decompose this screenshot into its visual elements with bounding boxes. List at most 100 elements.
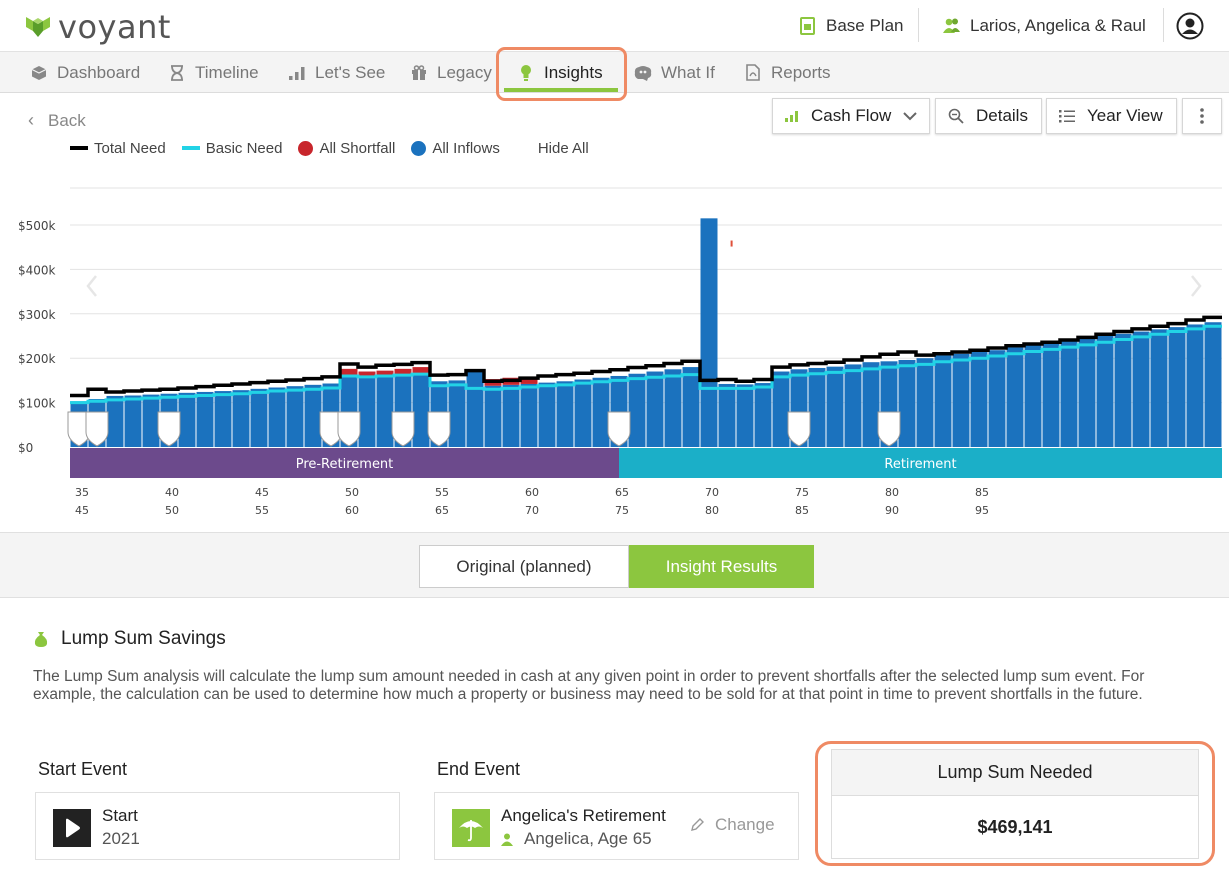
inflow-bar: [1078, 338, 1096, 447]
header-divider: [1163, 8, 1164, 42]
end-event-label: End Event: [437, 759, 521, 779]
inflow-bar: [916, 358, 934, 447]
y-tick-label: $400k: [18, 263, 56, 277]
start-event-label: Start Event: [38, 759, 128, 779]
x-tick-label: 45: [255, 486, 269, 499]
x-tick-label: 40: [165, 486, 179, 499]
inflow-bar: [1186, 324, 1204, 447]
inflow-bar: [1060, 340, 1078, 447]
inflow-bar: [1132, 331, 1150, 447]
legend-swatch: [70, 146, 88, 150]
voyant-logo[interactable]: voyant: [24, 8, 171, 46]
play-icon: [53, 809, 91, 847]
cash-flow-chart: $0 $100k $200k $300k $400k $500k Pre-Retiremen…: [0, 160, 1229, 532]
inflow-bar: [142, 394, 160, 447]
phase-label: Pre-Retirement: [296, 457, 394, 472]
inflow-bar: [592, 377, 610, 447]
inflow-bar: [1006, 347, 1024, 447]
inflow-bar: [376, 375, 394, 447]
x-tick-label: 60: [345, 504, 359, 517]
inflow-bar: [412, 373, 430, 447]
x-tick-label: 85: [795, 504, 809, 517]
inflow-bar: [232, 390, 250, 447]
inflow-bar: [754, 383, 772, 447]
inflow-bar: [520, 383, 538, 447]
back-link[interactable]: ‹ Back: [28, 110, 86, 131]
tab-reports[interactable]: Reports: [744, 52, 831, 93]
end-event-card[interactable]: Angelica's Retirement Angelica, Age 65 C…: [434, 792, 799, 860]
base-plan-link[interactable]: Base Plan: [800, 0, 904, 52]
base-plan-label: Base Plan: [826, 16, 904, 35]
client-selector[interactable]: Larios, Angelica & Raul: [943, 0, 1146, 52]
event-marker-icon: [787, 411, 811, 447]
hide-all-label: Hide All: [537, 139, 589, 157]
plan-document-icon: [800, 17, 815, 35]
tab-timeline[interactable]: Timeline: [168, 52, 259, 93]
event-marker-icon: [427, 411, 451, 447]
more-options-button[interactable]: [1182, 98, 1222, 134]
inflow-bar: [250, 388, 268, 447]
x-tick-label: 90: [885, 504, 899, 517]
inflow-bar: [214, 391, 232, 447]
chevron-down-icon: [903, 111, 917, 120]
tab-legacy[interactable]: Legacy: [410, 52, 492, 93]
insight-title-text: Lump Sum Savings: [61, 628, 226, 649]
list-icon: [1059, 109, 1075, 122]
user-account-button[interactable]: [1176, 0, 1204, 52]
hide-all-link[interactable]: Hide All: [538, 140, 589, 157]
zoom-icon: [948, 108, 964, 124]
change-event-link[interactable]: Change: [690, 815, 775, 835]
shortfall-bar: [340, 368, 358, 376]
end-event-person-text: Angelica, Age 65: [524, 829, 652, 848]
tab-dashboard[interactable]: Dashboard: [30, 52, 140, 93]
y-tick-label: $500k: [18, 219, 56, 233]
start-event-card[interactable]: Start 2021: [35, 792, 400, 860]
tab-label: Timeline: [195, 62, 259, 82]
legend-label: Total Need: [94, 139, 166, 157]
end-event-name: Angelica's Retirement: [501, 806, 666, 825]
inflow-bar: [664, 369, 682, 447]
original-planned-button[interactable]: Original (planned): [419, 545, 629, 588]
legend-label: All Inflows: [432, 139, 500, 157]
legend-inflows[interactable]: All Inflows: [411, 140, 500, 157]
x-tick-label: 55: [435, 486, 449, 499]
tab-what-if[interactable]: What If: [634, 52, 715, 93]
inflow-bar: [898, 359, 916, 447]
inflow-bar: [700, 218, 718, 447]
legend-shortfall[interactable]: All Shortfall: [298, 140, 395, 157]
inflow-bar: [268, 387, 286, 447]
inflow-bar: [682, 367, 700, 447]
bar-chart-icon: [288, 64, 306, 82]
y-tick-label: $100k: [18, 397, 56, 411]
y-tick-label: $0: [18, 441, 33, 455]
legend-total-need[interactable]: Total Need: [70, 140, 166, 157]
cash-flow-dropdown[interactable]: Cash Flow: [772, 98, 930, 134]
y-tick-label: $200k: [18, 352, 56, 366]
inflow-bar: [772, 371, 790, 447]
shortfall-bar: [412, 367, 430, 374]
inflow-bar: [466, 371, 484, 447]
event-marker-icon: [85, 411, 109, 447]
inflow-bar: [286, 386, 304, 447]
inflow-bar: [178, 392, 196, 447]
inflow-bar: [628, 373, 646, 447]
year-view-button[interactable]: Year View: [1046, 98, 1177, 134]
inflow-bar: [556, 381, 574, 447]
inflow-bar: [538, 382, 556, 447]
inflow-bar: [448, 380, 466, 447]
tab-lets-see[interactable]: Let's See: [288, 52, 385, 93]
inflow-bar: [988, 350, 1006, 447]
brain-icon: [634, 64, 652, 82]
end-event-person: Angelica, Age 65: [501, 829, 652, 849]
x-tick-label: 65: [435, 504, 449, 517]
x-tick-label: 85: [975, 486, 989, 499]
hourglass-icon: [168, 64, 186, 82]
legend-basic-need[interactable]: Basic Need: [181, 140, 282, 157]
cash-flow-chart-svg: $0 $100k $200k $300k $400k $500k Pre-Retiremen…: [18, 187, 1222, 517]
insights-tab-highlight: [496, 47, 627, 101]
gift-icon: [410, 64, 428, 82]
details-button[interactable]: Details: [935, 98, 1042, 134]
insight-results-button[interactable]: Insight Results: [629, 545, 814, 588]
inflow-bar: [106, 395, 124, 447]
pdf-icon: [744, 64, 762, 82]
